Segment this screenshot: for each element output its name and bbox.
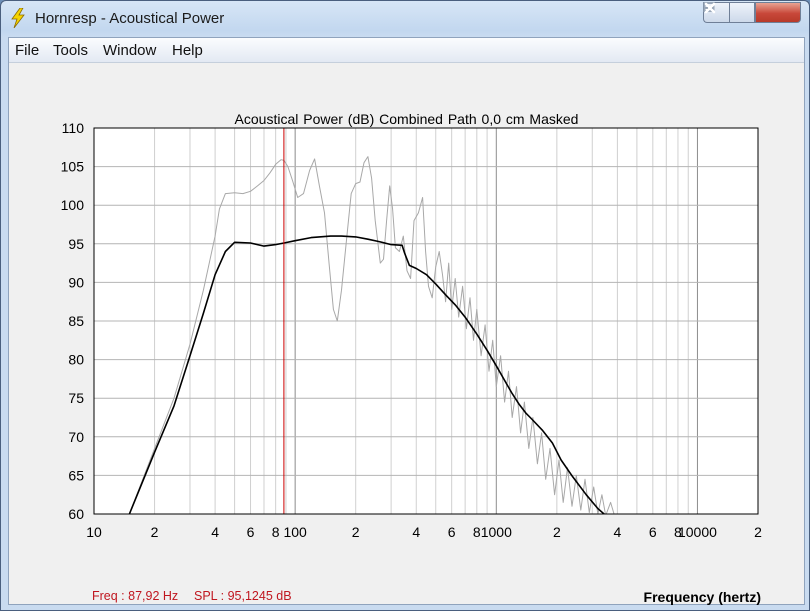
y-tick-label: 95: [68, 236, 84, 252]
y-tick-label: 65: [68, 467, 84, 483]
y-tick-label: 90: [68, 274, 84, 290]
menu-help[interactable]: Help: [172, 42, 203, 59]
title-bar[interactable]: Hornresp - Acoustical Power: [1, 1, 809, 37]
y-tick-label: 85: [68, 313, 84, 329]
x-tick-label: 6: [247, 524, 255, 540]
x-tick-label: 10: [86, 524, 102, 540]
lightning-bolt-icon: [11, 8, 25, 28]
menu-file[interactable]: File: [15, 42, 39, 59]
close-button[interactable]: [704, 2, 801, 23]
y-tick-label: 80: [68, 352, 84, 368]
close-icon: [704, 2, 716, 14]
x-tick-label: 4: [211, 524, 219, 540]
x-tick-label: 1000: [481, 524, 512, 540]
x-tick-label: 2: [553, 524, 561, 540]
spl-readout: SPL : 95,1245 dB: [194, 589, 292, 603]
x-tick-label: 6: [448, 524, 456, 540]
y-tick-label: 60: [68, 506, 84, 522]
y-tick-label: 100: [61, 197, 85, 213]
x-tick-label: 2: [151, 524, 159, 540]
y-tick-label: 70: [68, 429, 84, 445]
window-controls: [703, 2, 801, 23]
plot-area: Acoustical Power (dB) Combined Path 0,0 …: [9, 63, 804, 605]
x-tick-label: 8: [473, 524, 481, 540]
app-window: Hornresp - Acoustical Power File Tools W…: [0, 0, 810, 611]
menu-tools[interactable]: Tools: [53, 42, 88, 59]
x-tick-label: 8: [272, 524, 280, 540]
acoustical-power-chart[interactable]: 110105100959085807570656010 2 4 6 8 100 2 4 6 8 10…: [9, 63, 804, 604]
maximize-button[interactable]: [703, 2, 755, 23]
y-tick-label: 105: [61, 159, 85, 175]
freq-readout: Freq : 87,92 Hz: [92, 589, 179, 603]
y-tick-label: 75: [68, 390, 84, 406]
x-tick-label: 4: [412, 524, 420, 540]
x-tick-label: 4: [614, 524, 622, 540]
x-tick-label: 10000: [678, 524, 717, 540]
x-axis-label: Frequency (hertz): [643, 589, 761, 605]
x-tick-label: 100: [283, 524, 307, 540]
menu-window[interactable]: Window: [103, 42, 156, 59]
x-tick-label: 6: [649, 524, 657, 540]
x-tick-label: 2: [352, 524, 360, 540]
client-area: File Tools Window Help Acoustical Power …: [8, 37, 805, 605]
window-title: Hornresp - Acoustical Power: [35, 10, 225, 27]
x-tick-label: 2: [754, 524, 762, 540]
menu-bar: File Tools Window Help: [9, 38, 804, 63]
y-tick-label: 110: [62, 120, 85, 136]
